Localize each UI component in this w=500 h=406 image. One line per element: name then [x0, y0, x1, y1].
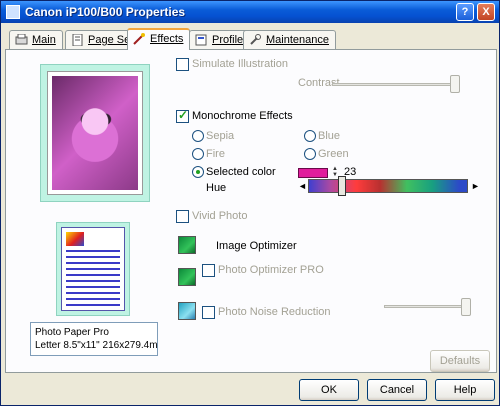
media-info-box: Photo Paper Pro Letter 8.5"x11" 216x279.… [30, 322, 158, 356]
hue-slider[interactable] [308, 179, 468, 193]
photo-optimizer-checkbox[interactable] [202, 264, 215, 277]
vivid-photo-label: Vivid Photo [192, 210, 248, 222]
monochrome-effects-checkbox[interactable] [176, 108, 189, 123]
page-text-line [66, 274, 120, 276]
photo-preview [40, 64, 150, 202]
page-text-line [66, 280, 120, 282]
title-bar: Canon iP100/B00 Properties ? X [1, 1, 499, 23]
monochrome-effects-label: Monochrome Effects [192, 110, 293, 122]
noise-reduction-slider[interactable] [384, 305, 468, 308]
page-thumbnail-image [66, 232, 84, 246]
printer-properties-window: Canon iP100/B00 Properties ? X Main Page… [0, 0, 500, 406]
hue-slider-thumb[interactable] [338, 176, 346, 196]
image-optimizer-label: Image Optimizer [216, 240, 297, 252]
selected-color-swatch [298, 168, 328, 178]
hue-left-arrow[interactable]: ◄ [298, 181, 307, 191]
printer-icon [6, 5, 20, 19]
photo-noise-reduction-icon [178, 302, 196, 320]
sepia-label: Sepia [206, 130, 235, 142]
blue-label: Blue [318, 130, 341, 142]
paper-size-text: Letter 8.5"x11" 216x279.4mm [35, 340, 158, 351]
effects-icon [133, 33, 146, 45]
hue-label: Hue [206, 182, 227, 194]
preview-photo-frame [47, 71, 143, 195]
green-label: Green [318, 148, 349, 160]
simulate-illustration-checkbox[interactable] [176, 58, 189, 71]
photo-noise-reduction-checkbox[interactable] [202, 306, 215, 319]
page-text-line [66, 256, 120, 258]
contrast-slider[interactable] [332, 83, 458, 86]
simulate-illustration-label: Simulate Illustration [192, 58, 288, 70]
page-text-line [66, 268, 120, 270]
help-button[interactable]: Help [435, 379, 495, 401]
media-type-text: Photo Paper Pro [35, 327, 109, 338]
contrast-slider-thumb[interactable] [450, 75, 460, 93]
defaults-button[interactable]: Defaults [430, 350, 490, 372]
selected-color-label: Selected color [206, 166, 276, 178]
page-text-line [66, 298, 120, 300]
main-tab-icon [15, 33, 28, 46]
photo-noise-reduction-label: Photo Noise Reduction [218, 306, 331, 318]
help-title-button[interactable]: ? [456, 3, 474, 21]
tab-main-label: Main [32, 34, 56, 46]
tab-maintenance[interactable]: Maintenance [243, 30, 336, 49]
fire-radio[interactable] [192, 148, 204, 160]
paper-preview-page [61, 227, 125, 311]
photo-optimizer-icon [178, 268, 196, 286]
ok-button[interactable]: OK [299, 379, 359, 401]
vivid-photo-checkbox[interactable] [176, 210, 189, 223]
fire-label: Fire [206, 148, 225, 160]
image-optimizer-icon [178, 236, 196, 254]
monochrome-preview-image [52, 76, 138, 190]
tab-main[interactable]: Main [9, 30, 63, 49]
tab-maintenance-label: Maintenance [266, 34, 329, 46]
window-title: Canon iP100/B00 Properties [25, 5, 186, 19]
profiles-icon [195, 34, 208, 46]
page-text-line [66, 304, 120, 306]
close-button[interactable]: X [477, 3, 495, 21]
tab-effects[interactable]: Effects [127, 28, 191, 50]
page-text-line [66, 286, 120, 288]
sepia-radio[interactable] [192, 130, 204, 142]
page-text-line [66, 292, 120, 294]
tab-effects-label: Effects [150, 33, 184, 45]
paper-preview [56, 222, 130, 316]
cancel-button[interactable]: Cancel [367, 379, 427, 401]
page-text-line [66, 262, 120, 264]
tab-strip: Main Page Setup Effects Profiles Mainten… [5, 28, 497, 50]
photo-optimizer-label: Photo Optimizer PRO [218, 264, 324, 276]
effects-panel: Photo Paper Pro Letter 8.5"x11" 216x279.… [5, 49, 497, 373]
blue-radio[interactable] [304, 130, 316, 142]
maintenance-icon [249, 34, 262, 46]
hue-right-arrow[interactable]: ► [471, 181, 480, 191]
page-setup-icon [71, 33, 84, 47]
noise-reduction-slider-thumb[interactable] [461, 298, 471, 316]
page-text-line [66, 250, 120, 252]
selected-color-radio[interactable] [192, 166, 204, 178]
green-radio[interactable] [304, 148, 316, 160]
